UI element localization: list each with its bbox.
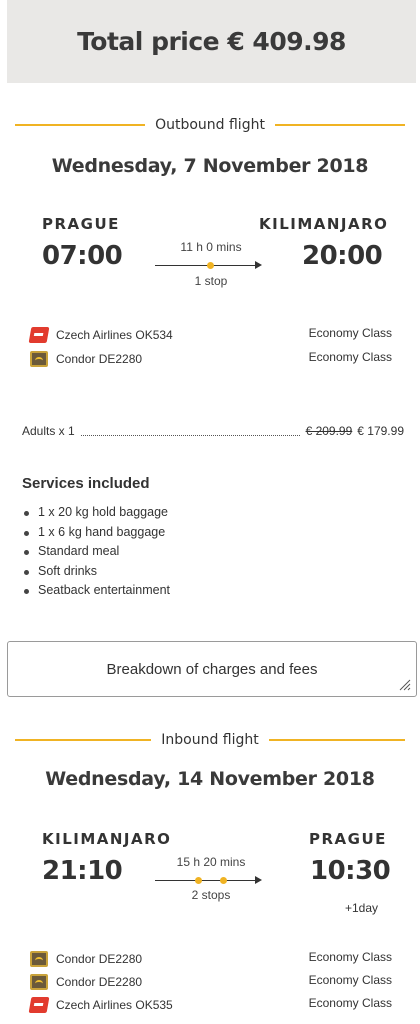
carrier-row: Czech Airlines OK534 Economy Class (28, 326, 395, 344)
list-item: Standard meal (22, 542, 170, 562)
inbound-depart-time: 21:10 (42, 856, 123, 886)
outbound-duration: 11 h 0 mins (180, 240, 242, 254)
outbound-depart-time: 07:00 (42, 241, 123, 271)
cabin-class: Economy Class (308, 326, 392, 340)
inbound-duration: 15 h 20 mins (176, 855, 246, 869)
divider-line (268, 739, 405, 741)
inbound-destination-city: PRAGUE (309, 830, 387, 848)
cabin-class: Economy Class (308, 950, 392, 964)
inbound-origin-city: KILIMANJARO (42, 830, 172, 848)
condor-logo-icon (30, 951, 48, 967)
dotted-leader (80, 426, 300, 436)
divider-line (15, 739, 152, 741)
carrier-row: Condor DE2280 Economy Class (30, 973, 395, 991)
divider-line (274, 124, 405, 126)
czech-airlines-logo-icon (28, 997, 50, 1013)
original-price: € 209.99 (305, 424, 353, 438)
outbound-arrive-time: 20:00 (302, 241, 383, 271)
services-title: Services included (22, 475, 150, 492)
carrier-name: Condor DE2280 (56, 952, 143, 966)
services-list: 1 x 20 kg hold baggage 1 x 6 kg hand bag… (22, 503, 170, 601)
list-item: 1 x 6 kg hand baggage (22, 523, 170, 543)
outbound-heading-label: Outbound flight (155, 117, 265, 133)
inbound-heading: Inbound flight (15, 732, 405, 748)
cabin-class: Economy Class (308, 973, 392, 987)
condor-logo-icon (30, 351, 48, 367)
stop-dot (207, 262, 214, 269)
divider-line (15, 124, 146, 126)
outbound-destination-city: KILIMANJARO (259, 215, 389, 233)
list-item: Soft drinks (22, 562, 170, 582)
breakdown-of-charges-button[interactable]: Breakdown of charges and fees (7, 641, 417, 697)
outbound-stops: 1 stop (194, 274, 228, 288)
resize-grip-icon[interactable] (399, 679, 411, 691)
total-price-bar: Total price € 409.98 (7, 0, 416, 83)
carrier-name: Czech Airlines OK534 (56, 328, 173, 342)
total-price: Total price € 409.98 (77, 27, 346, 56)
route-line (155, 880, 255, 881)
inbound-heading-label: Inbound flight (161, 732, 259, 748)
list-item: 1 x 20 kg hold baggage (22, 503, 170, 523)
carrier-name: Condor DE2280 (56, 352, 143, 366)
carrier-name: Czech Airlines OK535 (56, 998, 173, 1012)
outbound-heading: Outbound flight (15, 117, 405, 133)
route-line (155, 265, 255, 266)
outbound-origin-city: PRAGUE (42, 215, 120, 233)
passenger-count: Adults x 1 (22, 424, 75, 438)
passenger-price-row: Adults x 1 € 209.99 € 179.99 (22, 422, 404, 440)
inbound-arrive-time: 10:30 (310, 856, 391, 886)
carrier-name: Condor DE2280 (56, 975, 143, 989)
carrier-row: Czech Airlines OK535 Economy Class (28, 996, 395, 1014)
breakdown-label: Breakdown of charges and fees (106, 660, 318, 678)
list-item: Seatback entertainment (22, 581, 170, 601)
condor-logo-icon (30, 974, 48, 990)
inbound-stops: 2 stops (191, 888, 231, 902)
outbound-date: Wednesday, 7 November 2018 (51, 155, 369, 177)
inbound-date: Wednesday, 14 November 2018 (45, 768, 375, 790)
cabin-class: Economy Class (308, 350, 392, 364)
arrow-right-icon (255, 876, 262, 884)
discounted-price: € 179.99 (357, 424, 404, 438)
cabin-class: Economy Class (308, 996, 392, 1010)
czech-airlines-logo-icon (28, 327, 50, 343)
stop-dot (220, 877, 227, 884)
stop-dot (195, 877, 202, 884)
arrow-right-icon (255, 261, 262, 269)
carrier-row: Condor DE2280 Economy Class (30, 950, 395, 968)
carrier-row: Condor DE2280 Economy Class (30, 350, 395, 368)
next-day-indicator: +1day (345, 901, 379, 915)
